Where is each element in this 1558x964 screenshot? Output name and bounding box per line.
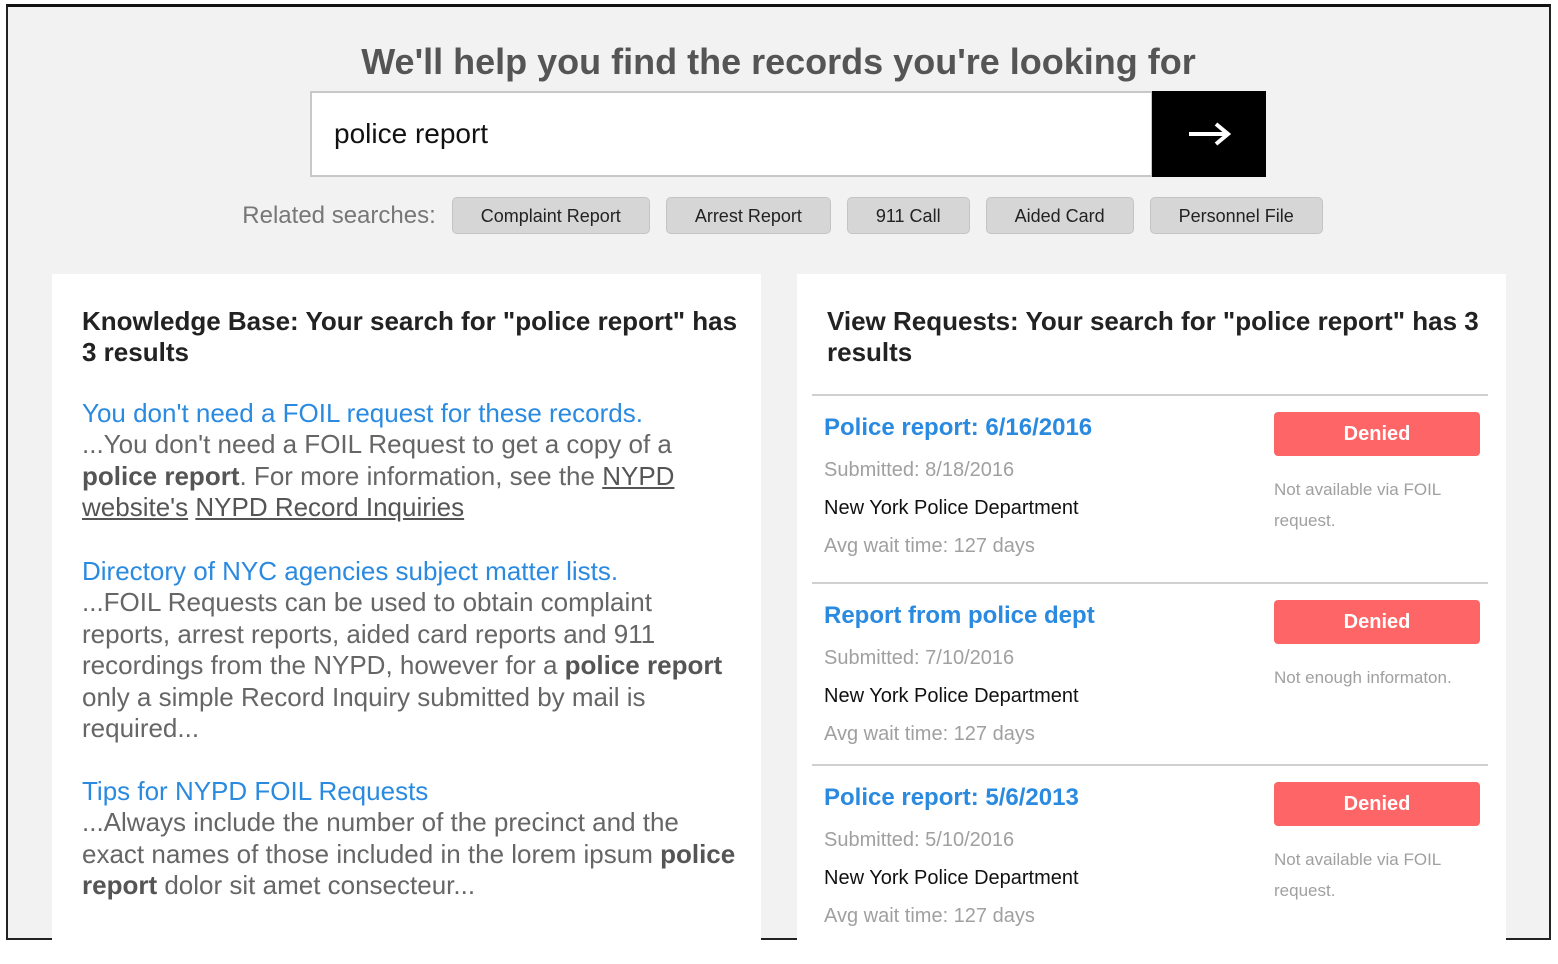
related-chip-911-call[interactable]: 911 Call bbox=[846, 197, 970, 234]
kb-result-link[interactable]: Tips for NYPD FOIL Requests bbox=[82, 776, 742, 807]
status-note: Not enough informaton. bbox=[1274, 668, 1452, 687]
related-searches: Related searches: Complaint Report Arres… bbox=[8, 197, 1549, 234]
search-button[interactable] bbox=[1152, 91, 1266, 177]
knowledge-base-title: Knowledge Base: Your search for "police … bbox=[82, 306, 738, 367]
divider bbox=[812, 582, 1488, 584]
snippet-text: only a simple Record Inquiry submitted b… bbox=[82, 681, 646, 744]
related-chip-complaint-report[interactable]: Complaint Report bbox=[451, 197, 650, 234]
view-requests-panel: View Requests: Your search for "police r… bbox=[797, 274, 1506, 943]
divider bbox=[812, 394, 1488, 396]
status-badge: Denied bbox=[1274, 412, 1480, 456]
request-agency: New York Police Department bbox=[824, 867, 1079, 889]
kb-result: You don't need a FOIL request for these … bbox=[82, 398, 742, 524]
related-chip-aided-card[interactable]: Aided Card bbox=[985, 197, 1134, 234]
snippet-text: dolor sit amet consecteur... bbox=[157, 870, 476, 900]
kb-result-snippet: ...Always include the number of the prec… bbox=[82, 807, 742, 902]
snippet-text: . For more information, see the bbox=[239, 460, 603, 491]
kb-result: Tips for NYPD FOIL Requests ...Always in… bbox=[82, 776, 742, 902]
request-wait-time: Avg wait time: 127 days bbox=[824, 905, 1035, 927]
page-title: We'll help you find the records you're l… bbox=[361, 41, 1196, 82]
knowledge-base-panel: Knowledge Base: Your search for "police … bbox=[52, 274, 761, 943]
request-wait-time: Avg wait time: 127 days bbox=[824, 723, 1035, 745]
kb-result: Directory of NYC agencies subject matter… bbox=[82, 556, 742, 745]
related-searches-label: Related searches: bbox=[242, 201, 436, 229]
kb-result-snippet: ...FOIL Requests can be used to obtain c… bbox=[82, 587, 742, 745]
request-wait-time: Avg wait time: 127 days bbox=[824, 535, 1035, 557]
snippet-highlight: police report bbox=[564, 650, 723, 680]
status-note: Not available via FOIL request. bbox=[1274, 850, 1441, 900]
status-badge: Denied bbox=[1274, 782, 1480, 826]
snippet-highlight: police report bbox=[82, 460, 240, 491]
snippet-text: ...You don't need a FOIL Request to get … bbox=[82, 429, 672, 459]
request-submitted: Submitted: 5/10/2016 bbox=[824, 829, 1015, 851]
request-title-link[interactable]: Police report: 6/16/2016 bbox=[824, 414, 1092, 442]
snippet-text: ...Always include the number of the prec… bbox=[82, 807, 679, 869]
request-agency: New York Police Department bbox=[824, 685, 1079, 707]
related-chip-personnel-file[interactable]: Personnel File bbox=[1149, 197, 1323, 234]
kb-result-link[interactable]: You don't need a FOIL request for these … bbox=[82, 398, 742, 429]
kb-result-link[interactable]: Directory of NYC agencies subject matter… bbox=[82, 556, 742, 587]
arrow-right-icon bbox=[1189, 122, 1231, 146]
request-item: Police report: 5/6/2013 Submitted: 5/10/… bbox=[824, 782, 1480, 964]
kb-result-snippet: ...You don't need a FOIL Request to get … bbox=[82, 429, 742, 524]
request-item: Police report: 6/16/2016 Submitted: 8/18… bbox=[824, 412, 1480, 594]
view-requests-title: View Requests: Your search for "police r… bbox=[827, 306, 1479, 367]
status-note: Not available via FOIL request. bbox=[1274, 480, 1441, 530]
request-submitted: Submitted: 8/18/2016 bbox=[824, 459, 1015, 481]
request-agency: New York Police Department bbox=[824, 497, 1079, 519]
search-input[interactable] bbox=[310, 91, 1153, 177]
request-submitted: Submitted: 7/10/2016 bbox=[824, 647, 1015, 669]
divider bbox=[812, 764, 1488, 766]
request-title-link[interactable]: Police report: 5/6/2013 bbox=[824, 784, 1079, 812]
nypd-record-inquiries-link[interactable]: NYPD Record Inquiries bbox=[195, 492, 464, 522]
status-badge: Denied bbox=[1274, 600, 1480, 644]
request-item: Report from police dept Submitted: 7/10/… bbox=[824, 600, 1480, 782]
related-chip-arrest-report[interactable]: Arrest Report bbox=[665, 197, 831, 234]
page-frame: We'll help you find the records you're l… bbox=[6, 4, 1551, 943]
request-title-link[interactable]: Report from police dept bbox=[824, 602, 1095, 630]
